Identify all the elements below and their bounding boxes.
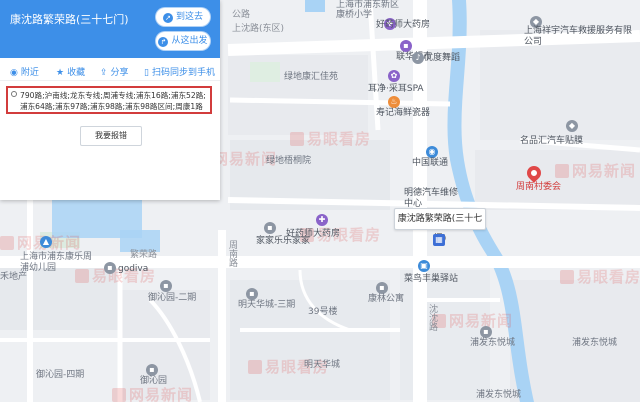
bus-icon (11, 91, 17, 97)
map-label: 周南路 (227, 240, 237, 267)
map-label: 上沈路(东区) (232, 24, 285, 34)
phone-icon: ▯ (144, 68, 149, 78)
map-label: 御沁园-二期 (148, 293, 197, 303)
go-here-button[interactable]: ↗ 到这去 (156, 8, 210, 26)
card-header: 康沈路繁荣路(三十七门) ↗ 到这去 ↱ 从这出发 (0, 0, 220, 58)
map-label: 绿地梧桐院 (266, 156, 312, 166)
map-label: 好药师大药房 (376, 20, 431, 30)
bus-routes-text: 790路;沪南线;龙东专线;周浦专线;浦东16路;浦东52路;浦东64路;浦东9… (20, 91, 206, 111)
map-label: 中国联通 (412, 158, 449, 168)
share-button[interactable]: ⇪ 分享 (100, 65, 129, 78)
card-actions: ◉ 附近 ★ 收藏 ⇪ 分享 ▯ 扫码同步到手机 (0, 62, 220, 81)
nearby-button[interactable]: ◉ 附近 (10, 65, 39, 78)
map-label: 寿记海鲜瓷器 (376, 108, 431, 118)
map-label: 周南村委会 (516, 182, 562, 192)
map-label: 明天华城-三期 (238, 300, 296, 310)
location-icon: ◉ (10, 68, 18, 78)
map-label: godiva (118, 264, 149, 274)
map-canvas[interactable]: 网易新闻 易眼看房 网易新闻 易眼看房 网易新闻 易眼看房 网易新闻 易眼看房 … (0, 0, 640, 402)
residential-icon[interactable]: ▪ (480, 326, 492, 338)
residential-icon[interactable]: ▪ (246, 288, 258, 300)
map-label: 上海祥宇汽车救援服务有限公司 (524, 26, 633, 47)
car-service-icon[interactable]: ◆ (566, 120, 578, 132)
shop-icon[interactable]: ▪ (104, 262, 116, 274)
bus-routes-list: 790路;沪南线;龙东专线;周浦专线;浦东16路;浦东52路;浦东64路;浦东9… (6, 86, 212, 114)
shop-icon[interactable]: ▪ (400, 40, 412, 52)
map-label: 禾地产 (0, 272, 28, 282)
watermark: 易眼看房 (560, 266, 640, 287)
report-error-button[interactable]: 我要报错 (80, 126, 142, 146)
map-label: 康林公寓 (368, 294, 405, 304)
watermark: 网易新闻 (555, 160, 636, 181)
map-label: 御沁园 (140, 376, 168, 386)
dance-icon[interactable]: ♪ (412, 52, 424, 64)
map-label: 沈沈路 (427, 304, 437, 331)
map-label: 御沁园-四期 (36, 370, 85, 380)
residential-icon[interactable]: ▪ (160, 280, 172, 292)
map-label: 康桥小学 (336, 10, 373, 20)
route-icon: ↱ (158, 37, 169, 47)
store-icon[interactable]: ▪ (264, 222, 276, 234)
school-icon[interactable]: ▲ (40, 236, 52, 248)
send-to-phone-button[interactable]: ▯ 扫码同步到手机 (144, 65, 215, 78)
restaurant-icon[interactable]: ♨ (388, 96, 400, 108)
map-label: 公路 (232, 10, 251, 20)
start-from-here-button[interactable]: ↱ 从这出发 (156, 32, 210, 50)
map-label: 上海市浦东康乐周浦幼儿园 (20, 252, 93, 273)
stop-info-card: 康沈路繁荣路(三十七门) ↗ 到这去 ↱ 从这出发 ◉ 附近 ★ 收藏 ⇪ 分享 ▯ 扫码同… (0, 0, 220, 200)
favorite-button[interactable]: ★ 收藏 (56, 65, 85, 78)
map-label: 浦发东悦城 (476, 390, 522, 400)
map-label: 明德汽车维修中心 (404, 188, 459, 209)
stop-title: 康沈路繁荣路(三十七门) (10, 13, 129, 26)
star-icon: ★ (56, 68, 65, 78)
selected-stop-label[interactable]: 康沈路繁荣路(三十七门) (394, 208, 486, 244)
residential-icon[interactable]: ▪ (376, 282, 388, 294)
spa-icon[interactable]: ✿ (388, 70, 400, 82)
watermark: 网易新闻 (432, 310, 513, 331)
map-label: 家家乐乐家家 (256, 236, 311, 246)
bus-stop-icon[interactable]: ▦ (433, 234, 445, 246)
map-label: 浦发东悦城 (470, 338, 516, 348)
map-label: 繁荣路 (130, 250, 158, 260)
map-label: 明天华城 (304, 360, 341, 370)
telecom-icon[interactable]: ◉ (426, 146, 438, 158)
map-label: 浦发东悦城 (572, 338, 618, 348)
residential-icon[interactable]: ▪ (146, 364, 158, 376)
arrow-up-right-icon: ↗ (162, 13, 173, 23)
parcel-locker-icon[interactable]: ▣ (418, 260, 430, 272)
map-label: 菜鸟丰巢驿站 (404, 274, 459, 284)
map-label: 39号楼 (308, 307, 338, 317)
map-label: 名品汇汽车贴膜 (520, 136, 584, 146)
watermark: 易眼看房 (290, 128, 371, 149)
share-icon: ⇪ (100, 68, 108, 78)
map-label: 优度舞蹈 (424, 53, 461, 63)
map-label: 绿地康汇佳苑 (284, 72, 339, 82)
pharmacy-icon[interactable]: ✚ (316, 214, 328, 226)
map-label: 耳净·采耳SPA (368, 84, 424, 94)
